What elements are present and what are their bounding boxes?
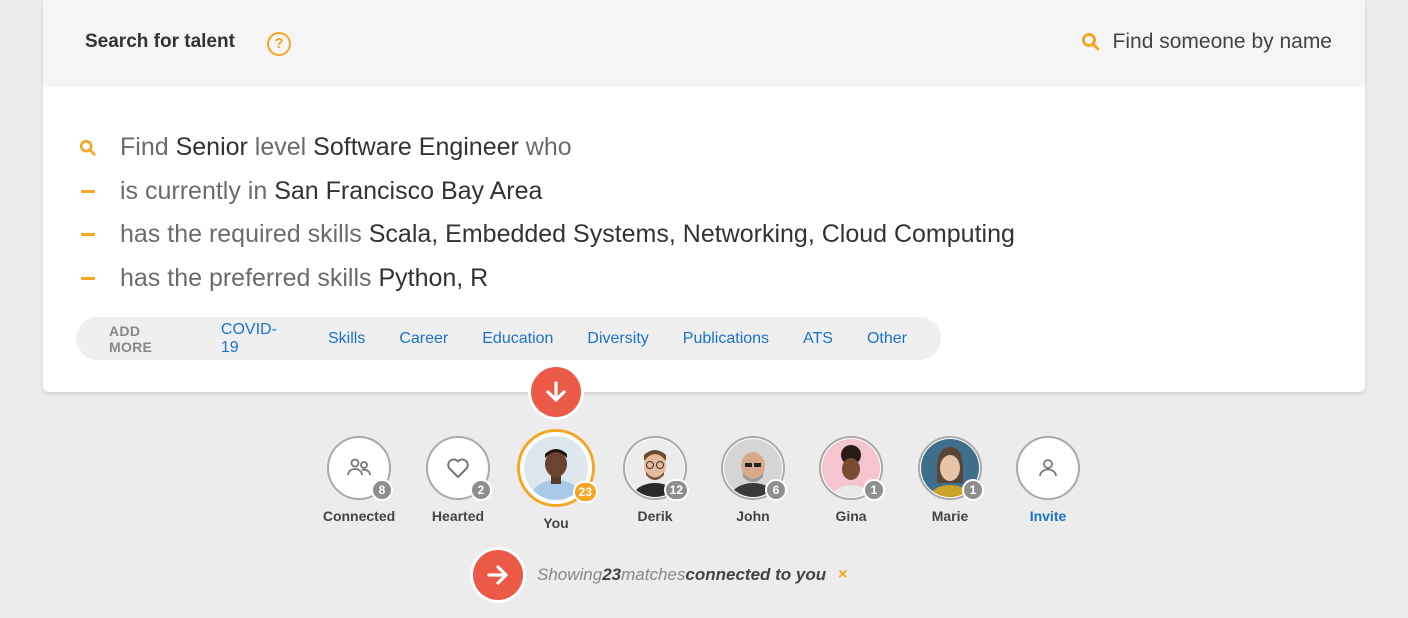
arrow-down-icon[interactable] (531, 367, 581, 417)
network-marie[interactable]: 1 Marie (900, 436, 1000, 524)
name-search[interactable]: Find someone by name (1081, 30, 1332, 54)
criteria-text: has the required skills Scala, Embedded … (120, 220, 1015, 249)
count-badge: 6 (765, 479, 787, 501)
arrow-right-icon[interactable] (473, 550, 523, 600)
criteria-connector: Find (120, 133, 176, 162)
status-suffix: connected to you (685, 565, 827, 584)
network-connected[interactable]: 8 Connected (309, 436, 409, 524)
avatar-label: Derik (637, 508, 673, 524)
network-gina[interactable]: 1 Gina (801, 436, 901, 524)
search-header: Search for talent ? Find someone by name (43, 0, 1365, 87)
criteria-row[interactable]: Find Senior level Software Engineer who (79, 126, 1015, 170)
filter-covid[interactable]: COVID-19 (221, 321, 294, 357)
criteria-row[interactable]: has the preferred skills Python, R (79, 257, 1015, 301)
heart-icon (447, 458, 469, 478)
network-you[interactable]: 23 You (506, 429, 606, 531)
network-invite[interactable]: Invite (998, 436, 1098, 524)
filter-ats[interactable]: ATS (803, 330, 833, 348)
count-badge: 1 (962, 479, 984, 501)
clear-filter-icon[interactable]: × (838, 566, 847, 584)
status-prefix: Showing (537, 565, 603, 584)
help-icon[interactable]: ? (267, 32, 291, 56)
search-icon (79, 139, 96, 156)
criteria-connector: level (247, 133, 314, 162)
add-more-label: ADD MORE (109, 322, 153, 355)
criteria-connector: who (518, 133, 572, 162)
filter-skills[interactable]: Skills (328, 330, 365, 348)
add-more-bar: ADD MORE COVID-19 Skills Career Educatio… (76, 317, 941, 360)
avatar-label: Marie (931, 508, 969, 524)
status-count: 23 (602, 565, 622, 584)
criteria-text: has the preferred skills Python, R (120, 264, 488, 293)
name-search-input[interactable]: Find someone by name (1113, 30, 1332, 54)
status-middle: matches (621, 565, 686, 584)
criteria-value[interactable]: San Francisco Bay Area (274, 177, 542, 205)
criteria-value[interactable]: Senior (176, 133, 248, 161)
filter-career[interactable]: Career (399, 330, 448, 348)
dash-icon (81, 189, 95, 193)
avatar-label: Connected (322, 508, 396, 524)
criteria-value[interactable]: Python, R (378, 264, 488, 292)
criteria-row[interactable]: is currently in San Francisco Bay Area (79, 170, 1015, 214)
results-status: Showing 23 matches connected to you × (537, 565, 847, 585)
criteria-value[interactable]: Software Engineer (313, 133, 519, 161)
criteria-text: is currently in San Francisco Bay Area (120, 177, 542, 206)
search-card: Search for talent ? Find someone by name… (43, 0, 1365, 392)
filter-other[interactable]: Other (867, 330, 907, 348)
avatar-label: Hearted (431, 508, 485, 524)
count-badge: 12 (663, 479, 689, 501)
criteria-value[interactable]: Scala, Embedded Systems, Networking, Clo… (369, 220, 1015, 248)
count-badge: 1 (863, 479, 885, 501)
criteria-connector: is currently in (120, 176, 275, 205)
filter-education[interactable]: Education (482, 330, 553, 348)
filter-diversity[interactable]: Diversity (587, 330, 648, 348)
criteria-text: Find Senior level Software Engineer who (120, 133, 572, 162)
count-badge: 2 (470, 479, 492, 501)
search-criteria: Find Senior level Software Engineer who … (79, 126, 1015, 300)
invite-link[interactable]: Invite (998, 508, 1098, 524)
dash-icon (81, 276, 95, 280)
avatar-label: John (736, 508, 770, 524)
network-derik[interactable]: 12 Derik (605, 436, 705, 524)
criteria-row[interactable]: has the required skills Scala, Embedded … (79, 213, 1015, 257)
criteria-connector: has the required skills (120, 220, 369, 249)
network-hearted[interactable]: 2 Hearted (408, 436, 508, 524)
count-badge: 23 (572, 481, 598, 503)
network-john[interactable]: 6 John (703, 436, 803, 524)
criteria-connector: has the preferred skills (120, 263, 379, 292)
avatar-label: Gina (835, 508, 867, 524)
count-badge: 8 (371, 479, 393, 501)
dash-icon (81, 233, 95, 237)
avatar-label: You (543, 515, 569, 531)
search-icon (1081, 33, 1100, 51)
people-icon (347, 458, 371, 476)
page-title: Search for talent (85, 31, 235, 52)
filter-publications[interactable]: Publications (683, 330, 769, 348)
person-icon (1039, 459, 1057, 477)
